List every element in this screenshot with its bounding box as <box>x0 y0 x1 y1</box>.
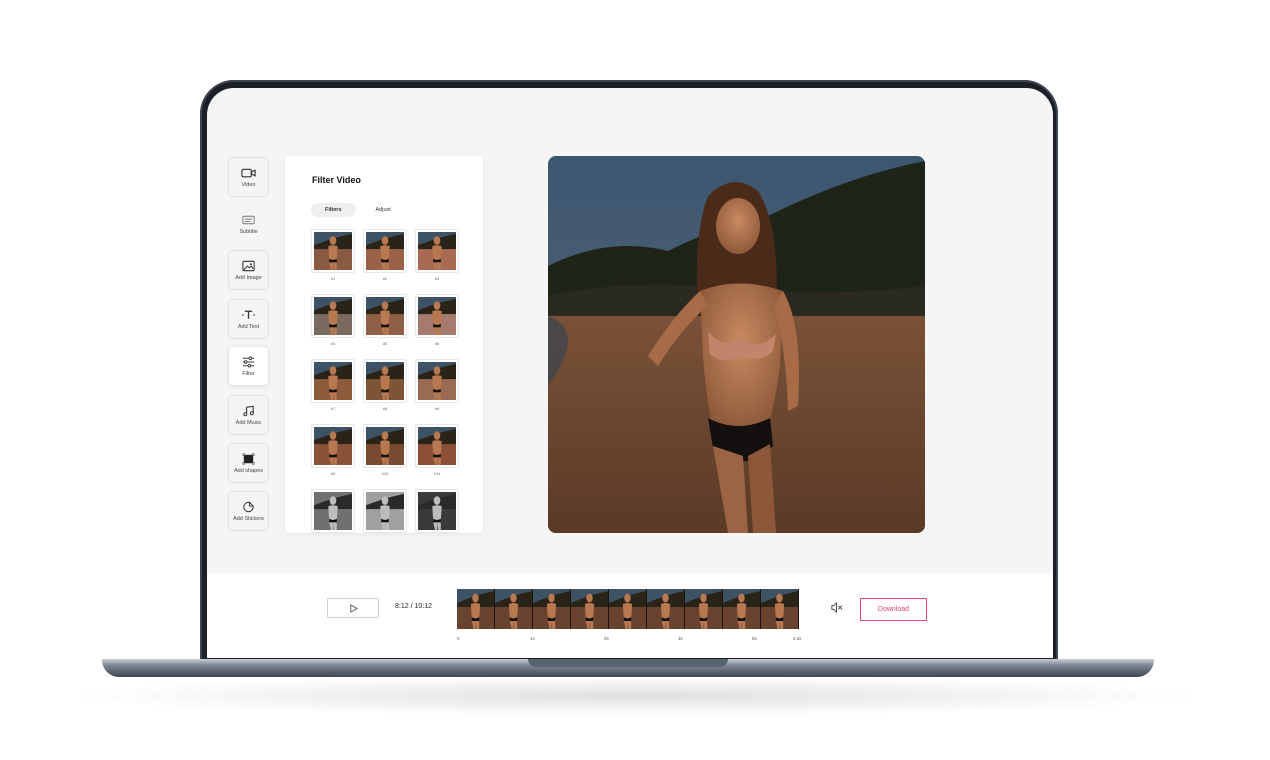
filter-label: #3 <box>434 276 440 281</box>
filter-label: #9 <box>434 406 440 411</box>
tab-adjust[interactable]: Adjust <box>362 203 405 217</box>
filter-thumbnail <box>311 294 355 338</box>
filter-tabs: Filters Adjust <box>311 203 405 217</box>
tool-video-button[interactable]: Video <box>228 157 269 197</box>
filter-thumbnail <box>415 489 459 533</box>
preview-frame-image <box>548 156 925 533</box>
tool-add-music-button[interactable]: Add Music <box>228 395 269 435</box>
filter-label: #4 <box>330 341 336 346</box>
filter-thumbnail <box>311 489 355 533</box>
filter-item[interactable] <box>310 489 356 533</box>
timeline-frame <box>723 589 761 629</box>
filter-item[interactable]: #1 <box>310 229 356 281</box>
filter-thumbnail <box>415 359 459 403</box>
filter-item[interactable]: #3 <box>414 229 460 281</box>
mute-icon[interactable] <box>830 601 843 614</box>
filter-item[interactable]: #8 <box>362 359 408 411</box>
filter-thumbnail <box>311 229 355 273</box>
timeline-frame <box>571 589 609 629</box>
tab-filters[interactable]: Filters <box>311 203 356 217</box>
filter-item[interactable]: #7 <box>310 359 356 411</box>
filter-item[interactable]: #5 <box>362 294 408 346</box>
filter-label: #8 <box>382 406 388 411</box>
text-icon <box>241 310 256 319</box>
subtitle-icon <box>242 215 255 224</box>
filter-thumbnail <box>363 424 407 468</box>
timeline-tick-label: 5s <box>752 636 757 641</box>
filter-thumbnail <box>415 294 459 338</box>
timeline-frame <box>457 589 495 629</box>
filter-thumbnail <box>363 294 407 338</box>
time-readout: 8:12 / 10:12 <box>395 603 432 610</box>
filter-item[interactable]: #9 <box>414 359 460 411</box>
laptop-notch <box>528 659 728 667</box>
tool-add-stickers-button[interactable]: Add Stickers <box>228 491 269 531</box>
timeline-tick-label: 0 <box>457 636 460 641</box>
video-camera-icon <box>241 168 256 177</box>
tool-subtitle-button[interactable]: Subtitle <box>228 204 269 244</box>
sticker-icon <box>243 501 254 512</box>
video-preview[interactable] <box>548 156 925 533</box>
tool-subtitle-label: Subtitle <box>239 228 258 235</box>
filter-thumbnail <box>363 359 407 403</box>
filter-item[interactable] <box>362 489 408 533</box>
filter-thumbnail <box>311 359 355 403</box>
image-icon <box>242 260 255 271</box>
laptop-shadow <box>60 676 1210 716</box>
playback-bar: 8:12 / 10:12 0 1s 2s 3s 5s 4.3s Download <box>207 573 1053 658</box>
filter-thumbnail <box>415 229 459 273</box>
download-button[interactable]: Download <box>860 598 927 621</box>
tool-add-stickers-label: Add Stickers <box>233 515 264 522</box>
timeline-strip[interactable] <box>457 589 799 629</box>
timeline-tick-label: 1s <box>530 636 535 641</box>
laptop-screen: Video Subtitle Add Image Add Text Filter… <box>207 88 1053 658</box>
filter-item[interactable]: #11 <box>414 424 460 476</box>
panel-title: Filter Video <box>312 175 361 185</box>
tool-video-label: Video <box>241 181 256 188</box>
tool-add-text-button[interactable]: Add Text <box>228 299 269 339</box>
filter-item[interactable]: #9 <box>310 424 356 476</box>
timeline-frame <box>761 589 799 629</box>
filter-label: #7 <box>330 406 336 411</box>
timeline-tick-label: 3s <box>678 636 683 641</box>
timeline-frame <box>609 589 647 629</box>
tool-add-image-label: Add Image <box>235 274 262 281</box>
filter-grid: #1 #2 #3 #4 #5 #6 #7 #8 #9 #9 #10 #11 <box>310 229 460 533</box>
filter-item[interactable]: #2 <box>362 229 408 281</box>
sliders-icon <box>242 355 255 368</box>
tool-filter-button[interactable]: Filter <box>228 346 269 386</box>
filter-thumbnail <box>363 229 407 273</box>
filter-thumbnail <box>311 424 355 468</box>
tool-add-shapes-button[interactable]: Add shapes <box>228 443 269 483</box>
filter-label: #2 <box>382 276 388 281</box>
filter-label: #11 <box>433 471 441 476</box>
shape-square-icon <box>242 453 255 464</box>
tool-add-image-button[interactable]: Add Image <box>228 250 269 290</box>
filter-label: #10 <box>381 471 389 476</box>
play-button[interactable] <box>327 598 379 618</box>
timeline-tick-label: 2s <box>604 636 609 641</box>
tool-filter-label: Filter <box>242 370 255 377</box>
filter-item[interactable]: #6 <box>414 294 460 346</box>
filter-label: #6 <box>434 341 440 346</box>
play-icon <box>349 603 358 613</box>
filter-thumbnail <box>415 424 459 468</box>
filter-label: #9 <box>330 471 336 476</box>
tool-add-text-label: Add Text <box>237 323 260 330</box>
filter-thumbnail <box>363 489 407 533</box>
filter-label: #1 <box>330 276 336 281</box>
music-note-icon <box>243 405 254 416</box>
filter-item[interactable]: #4 <box>310 294 356 346</box>
timeline-frame <box>495 589 533 629</box>
filter-item[interactable]: #10 <box>362 424 408 476</box>
timeline-tick-label: 4.3s <box>793 636 802 641</box>
filter-panel: Filter Video Filters Adjust #1 #2 #3 #4 #5 #6… <box>285 156 483 533</box>
filter-label: #5 <box>382 341 388 346</box>
timeline-frame <box>647 589 685 629</box>
timeline-frame <box>685 589 723 629</box>
timeline-frame <box>533 589 571 629</box>
tool-add-shapes-label: Add shapes <box>233 467 264 474</box>
tool-add-music-label: Add Music <box>235 419 262 426</box>
filter-item[interactable] <box>414 489 460 533</box>
